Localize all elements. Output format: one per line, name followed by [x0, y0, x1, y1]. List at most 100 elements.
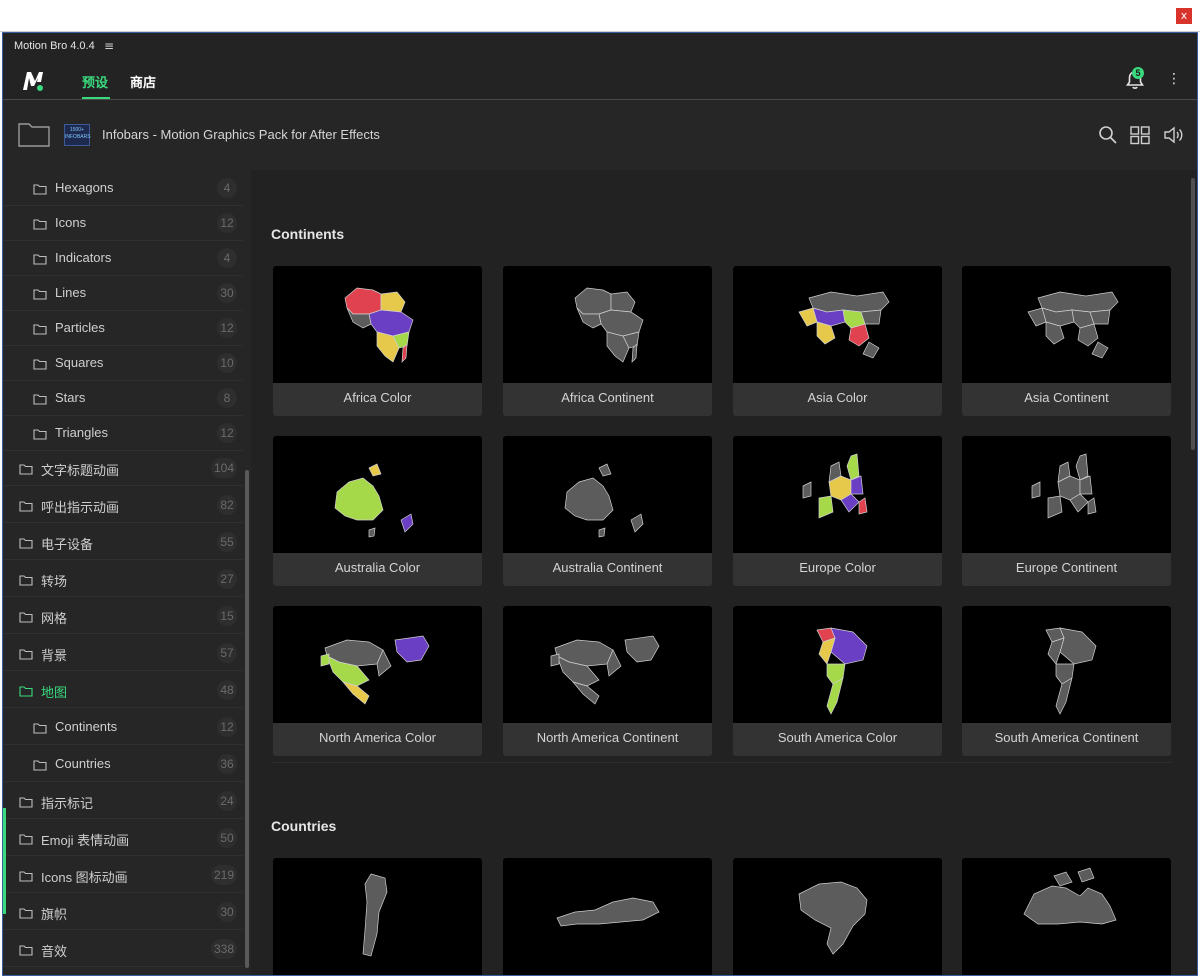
sidebar-item[interactable]: Lines 30	[3, 275, 243, 311]
speaker-icon[interactable]	[1163, 125, 1185, 145]
sidebar-item[interactable]: 网格 15	[3, 598, 243, 634]
sidebar-item[interactable]: Countries 36	[3, 746, 243, 782]
preset-name: Australia Continent	[552, 560, 663, 575]
sidebar-item[interactable]: 指示标记 24	[3, 783, 243, 819]
sidebar-item-label: 转场	[41, 574, 68, 589]
folder-icon	[19, 795, 33, 808]
map-thumbnail-svg	[802, 453, 868, 519]
sidebar-item-count: 50	[217, 828, 237, 848]
folder-icon	[19, 647, 33, 660]
preset-card[interactable]: South America Color	[733, 606, 942, 756]
sidebar-scrollbar[interactable]	[245, 470, 249, 968]
sidebar-item-label: Stars	[55, 390, 86, 405]
sidebar-item[interactable]: 呼出指示动画 82	[3, 487, 243, 523]
preset-name: Europe Color	[799, 560, 876, 575]
sidebar-item-count: 104	[210, 458, 237, 478]
active-category-indicator	[3, 808, 6, 914]
content-scrollbar[interactable]	[1191, 178, 1195, 450]
preset-card[interactable]: South America Continent	[962, 606, 1171, 756]
sidebar-item-count: 48	[217, 680, 237, 700]
preset-card[interactable]: Africa Color	[273, 266, 482, 416]
sidebar-item-label: Countries	[55, 756, 111, 771]
sidebar-item-count: 15	[217, 606, 237, 626]
sidebar-item[interactable]: Emoji 表情动画 50	[3, 820, 243, 856]
pack-title[interactable]: Infobars - Motion Graphics Pack for Afte…	[102, 127, 380, 142]
sidebar-item[interactable]: Stars 8	[3, 380, 243, 416]
sidebar-item[interactable]: 音效 338	[3, 931, 243, 967]
folder-icon	[19, 943, 33, 956]
preset-card[interactable]: North America Continent	[503, 606, 712, 756]
preset-card[interactable]: Europe Continent	[962, 436, 1171, 586]
preset-card[interactable]: Argentina Map	[273, 858, 482, 975]
preset-name: North America Color	[318, 730, 437, 745]
preset-name: Africa Color	[343, 390, 412, 405]
folder-icon	[19, 573, 33, 586]
sidebar-item[interactable]: Particles 12	[3, 310, 243, 346]
sidebar-item[interactable]: 旗帜 30	[3, 894, 243, 930]
preset-card[interactable]: Australia Continent	[503, 436, 712, 586]
sidebar-item[interactable]: Continents 12	[3, 709, 243, 745]
sidebar-item[interactable]: 地图 48	[3, 672, 243, 708]
sidebar-item-count: 10	[217, 353, 237, 373]
map-thumbnail-svg	[816, 627, 868, 715]
sidebar-item-label: Icons 图标动画	[41, 870, 128, 885]
section-title: Countries	[271, 818, 337, 834]
preset-card[interactable]: Asia Color	[733, 266, 942, 416]
preset-thumbnail	[733, 606, 942, 723]
preset-name: Asia Color	[807, 390, 868, 405]
preset-card[interactable]: Canada Map	[962, 858, 1171, 975]
sidebar-item-count: 55	[217, 532, 237, 552]
map-thumbnail-svg	[1027, 291, 1119, 359]
search-icon[interactable]	[1097, 125, 1119, 145]
folder-icon	[19, 462, 33, 475]
preset-thumbnail	[503, 606, 712, 723]
folder-icon	[19, 499, 33, 512]
map-thumbnail-svg	[1045, 627, 1097, 715]
folder-icon	[33, 392, 47, 405]
sidebar-item[interactable]: Squares 10	[3, 345, 243, 381]
preset-card[interactable]: North America Color	[273, 606, 482, 756]
sidebar-item-label: 呼出指示动画	[41, 500, 120, 515]
sidebar-item[interactable]: 文字标题动画 104	[3, 450, 243, 486]
folder-icon	[33, 287, 47, 300]
preset-card[interactable]: Africa Continent	[503, 266, 712, 416]
folder-icon	[19, 610, 33, 623]
category-sidebar: 音效 338 旗帜 30 Icons 图标动画 219 Emoji 表情动画 50 指示标记 24…	[3, 170, 251, 975]
more-options-icon[interactable]: ⋮	[1167, 71, 1181, 89]
preset-card[interactable]: Austria Map	[503, 858, 712, 975]
preset-thumbnail	[733, 858, 942, 975]
sidebar-item[interactable]: Hexagons 4	[3, 170, 243, 206]
preset-name: South America Color	[777, 730, 898, 745]
sidebar-item-label: 指示标记	[41, 796, 94, 811]
motion-bro-logo[interactable]	[21, 68, 49, 94]
preset-card[interactable]: Asia Continent	[962, 266, 1171, 416]
section-divider	[271, 762, 1171, 763]
preset-card[interactable]: Brazil Map	[733, 858, 942, 975]
map-thumbnail-svg	[798, 291, 890, 359]
tab-store[interactable]: 商店	[130, 72, 156, 91]
tab-presets[interactable]: 预设	[82, 72, 108, 91]
sidebar-item-label: 文字标题动画	[41, 463, 120, 478]
preset-thumbnail	[962, 436, 1171, 553]
sidebar-item-count: 82	[217, 495, 237, 515]
sidebar-item-count: 12	[217, 318, 237, 338]
folder-icon[interactable]	[17, 120, 51, 148]
sidebar-item[interactable]: Indicators 4	[3, 240, 243, 276]
sidebar-item[interactable]: 电子设备 55	[3, 524, 243, 560]
hamburger-icon[interactable]: ≡	[104, 39, 114, 53]
preset-thumbnail	[733, 266, 942, 383]
sidebar-item[interactable]: Icons 12	[3, 205, 243, 241]
sidebar-item[interactable]: Icons 图标动画 219	[3, 857, 243, 893]
window-close-button[interactable]: x	[1176, 8, 1192, 24]
preset-card[interactable]: Australia Color	[273, 436, 482, 586]
map-thumbnail-svg	[1023, 867, 1117, 925]
sidebar-item[interactable]: 背景 57	[3, 635, 243, 671]
sidebar-item-count: 57	[217, 643, 237, 663]
preset-thumbnail	[273, 858, 482, 975]
grid-view-icon[interactable]	[1129, 125, 1151, 145]
sidebar-item-count: 30	[217, 283, 237, 303]
sidebar-item[interactable]: 转场 27	[3, 561, 243, 597]
pack-thumbnail[interactable]: 1500+ INFOBARS	[64, 124, 91, 146]
preset-card[interactable]: Europe Color	[733, 436, 942, 586]
sidebar-item[interactable]: Triangles 12	[3, 415, 243, 451]
